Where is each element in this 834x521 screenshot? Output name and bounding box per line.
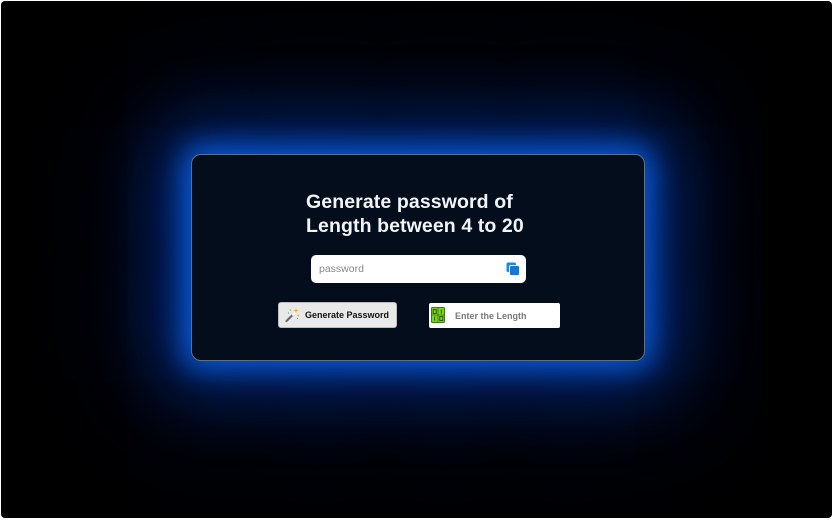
generate-password-label: Generate Password	[305, 310, 390, 320]
length-input[interactable]	[447, 303, 559, 328]
counter-icon	[431, 307, 445, 323]
password-input[interactable]	[311, 255, 496, 283]
magic-wand-icon	[285, 308, 300, 323]
copy-icon[interactable]	[506, 262, 520, 276]
title-line-2: Length between 4 to 20	[306, 215, 524, 237]
generate-password-button[interactable]: Generate Password	[278, 302, 397, 328]
length-input-field	[429, 303, 560, 328]
password-output-field	[311, 255, 526, 283]
app-background: Generate password of Length between 4 to…	[1, 1, 832, 518]
password-generator-card: Generate password of Length between 4 to…	[191, 154, 645, 361]
page-title: Generate password of Length between 4 to…	[306, 190, 524, 238]
title-line-1: Generate password of	[306, 191, 513, 213]
